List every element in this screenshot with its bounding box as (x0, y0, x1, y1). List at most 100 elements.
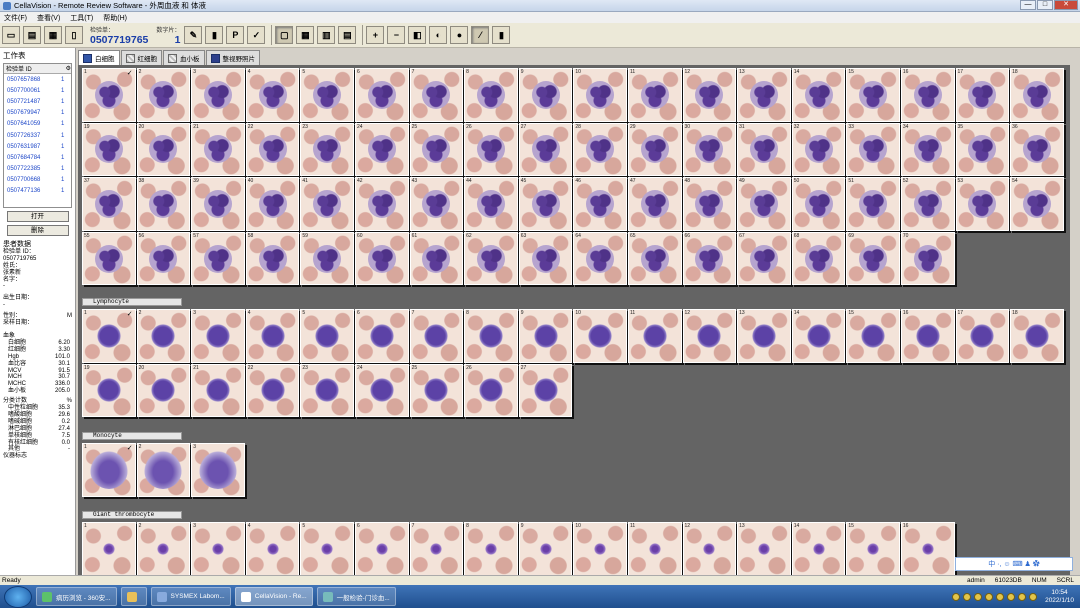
delete-button[interactable]: 删除 (6, 225, 69, 236)
cell-image[interactable]: 15 (846, 309, 900, 363)
cell-image[interactable]: 3 (191, 68, 245, 122)
cell-image[interactable]: 20 (136, 122, 191, 177)
tab-rbc[interactable]: 红细胞 (120, 50, 162, 65)
cell-image[interactable]: 34 (900, 122, 955, 177)
cell-image[interactable]: 38 (136, 177, 191, 231)
cell-image[interactable]: 2 (136, 443, 191, 497)
tray-icon[interactable] (963, 592, 972, 601)
tray-icon[interactable] (974, 592, 983, 601)
cell-image[interactable]: 51 (846, 177, 900, 231)
worklist-row[interactable]: 0507657868 1 (4, 74, 71, 85)
worklist-row[interactable]: 0507477136 1 (4, 186, 71, 197)
task-browser[interactable]: 病历浏览 - 360安... (36, 587, 117, 606)
tray-icon[interactable] (996, 592, 1005, 601)
close-button[interactable]: ✕ (1054, 0, 1078, 10)
col-header[interactable]: 检验单 ID (6, 64, 66, 73)
cell-image[interactable]: 54 (1010, 177, 1064, 231)
cell-image[interactable]: 7 (409, 522, 464, 575)
zoom-out-icon[interactable]: − (387, 26, 406, 44)
worklist-row[interactable]: 0507721487 1 (4, 96, 71, 107)
tray-icon[interactable] (1029, 592, 1038, 601)
worklist-row[interactable]: 0507684784 1 (4, 152, 71, 163)
cell-image[interactable]: 21 (191, 122, 245, 177)
cell-image[interactable]: 7 (409, 309, 464, 363)
cell-image[interactable]: 70 (900, 231, 955, 286)
cell-image[interactable]: 24 (354, 363, 409, 418)
cell-image[interactable]: 50 (791, 177, 846, 231)
menu-help[interactable]: 帮助(H) (103, 13, 127, 23)
cell-image[interactable]: 45 (518, 177, 573, 231)
task-lab[interactable]: 一般检验-门诊血... (316, 587, 396, 606)
zoom-in-icon[interactable]: + (366, 26, 385, 44)
cell-image[interactable]: 48 (682, 177, 737, 231)
cell-image[interactable]: 27 (518, 363, 573, 418)
worklist-row[interactable]: 0507631987 1 (4, 141, 71, 152)
menu-file[interactable]: 文件(F) (4, 13, 27, 23)
cell-image[interactable]: 60 (354, 231, 409, 286)
cell-image[interactable]: 24 (354, 122, 409, 177)
cell-image[interactable]: 1 ✓ (82, 309, 136, 363)
cell-image[interactable]: 2 (136, 309, 191, 363)
cell-image[interactable]: 44 (464, 177, 518, 231)
tab-wbc[interactable]: 白细胞 (78, 50, 120, 65)
cell-image[interactable]: 16 (900, 68, 955, 122)
cell-image[interactable]: 19 (82, 122, 136, 177)
cell-image[interactable]: 6 (354, 68, 409, 122)
minimize-button[interactable]: — (1020, 0, 1036, 10)
cell-image[interactable]: 46 (573, 177, 627, 231)
cell-image[interactable]: 57 (191, 231, 245, 286)
cell-image[interactable]: 58 (245, 231, 300, 286)
cell-image[interactable]: 10 (573, 309, 627, 363)
worklist-row[interactable]: 0507641059 1 (4, 119, 71, 130)
cell-image[interactable]: 4 (245, 522, 300, 575)
tray-icon[interactable] (985, 592, 994, 601)
cell-image[interactable]: 37 (82, 177, 136, 231)
clock[interactable]: 10:54 2022/1/10 (1045, 589, 1074, 605)
grid-view-icon[interactable]: ▦ (296, 26, 315, 44)
cell-image[interactable]: 32 (791, 122, 846, 177)
cell-image[interactable]: 9 (518, 309, 573, 363)
cell-image[interactable]: 2 (136, 68, 191, 122)
compare-view-icon[interactable]: ▥ (317, 26, 336, 44)
cell-image[interactable]: 22 (245, 363, 300, 418)
cell-image[interactable]: 6 (354, 309, 409, 363)
cell-image[interactable]: 42 (354, 177, 409, 231)
menu-tools[interactable]: 工具(T) (70, 13, 93, 23)
p-icon[interactable]: P (226, 26, 245, 44)
cell-image[interactable]: 59 (300, 231, 354, 286)
worklist-icon[interactable]: ▤ (23, 26, 41, 44)
cell-image[interactable]: 2 (136, 522, 191, 575)
cell-image[interactable]: 1 ✓ (82, 68, 136, 122)
cell-image[interactable]: 33 (846, 122, 900, 177)
cell-image[interactable]: 9 (518, 68, 573, 122)
save-icon[interactable]: ▦ (44, 26, 62, 44)
col-flag-icon[interactable]: ⚙ (66, 65, 71, 72)
cell-image[interactable]: 26 (464, 363, 518, 418)
cell-image[interactable]: 17 (955, 68, 1010, 122)
cell-image[interactable]: 67 (737, 231, 791, 286)
cell-image[interactable]: 65 (627, 231, 682, 286)
open-folder-icon[interactable]: ▭ (2, 26, 20, 44)
task-cellavision[interactable]: CellaVision - Re... (234, 587, 313, 606)
cell-image[interactable]: 10 (573, 68, 627, 122)
cell-image[interactable]: 4 (245, 309, 300, 363)
cell-image[interactable]: 15 (846, 522, 900, 575)
cell-image[interactable]: 64 (573, 231, 627, 286)
cell-image[interactable]: 25 (409, 122, 464, 177)
cell-image[interactable]: 56 (136, 231, 191, 286)
tab-plt[interactable]: 血小板 (163, 50, 205, 65)
cell-image[interactable]: 27 (518, 122, 573, 177)
cell-image[interactable]: 43 (409, 177, 464, 231)
cell-image[interactable]: 62 (464, 231, 518, 286)
task-sysmex[interactable]: SYSMEX Labom... (150, 587, 231, 606)
cell-image[interactable]: 66 (682, 231, 737, 286)
cell-image[interactable]: 8 (464, 522, 518, 575)
cell-image[interactable]: 13 (737, 68, 791, 122)
cell-image[interactable]: 40 (245, 177, 300, 231)
cell-image[interactable]: 11 (627, 309, 682, 363)
cell-image[interactable]: 47 (627, 177, 682, 231)
cell-image[interactable]: 21 (191, 363, 245, 418)
cell-image[interactable]: 15 (846, 68, 900, 122)
cell-image[interactable]: 35 (955, 122, 1010, 177)
tube-icon[interactable]: ▮ (205, 26, 224, 44)
